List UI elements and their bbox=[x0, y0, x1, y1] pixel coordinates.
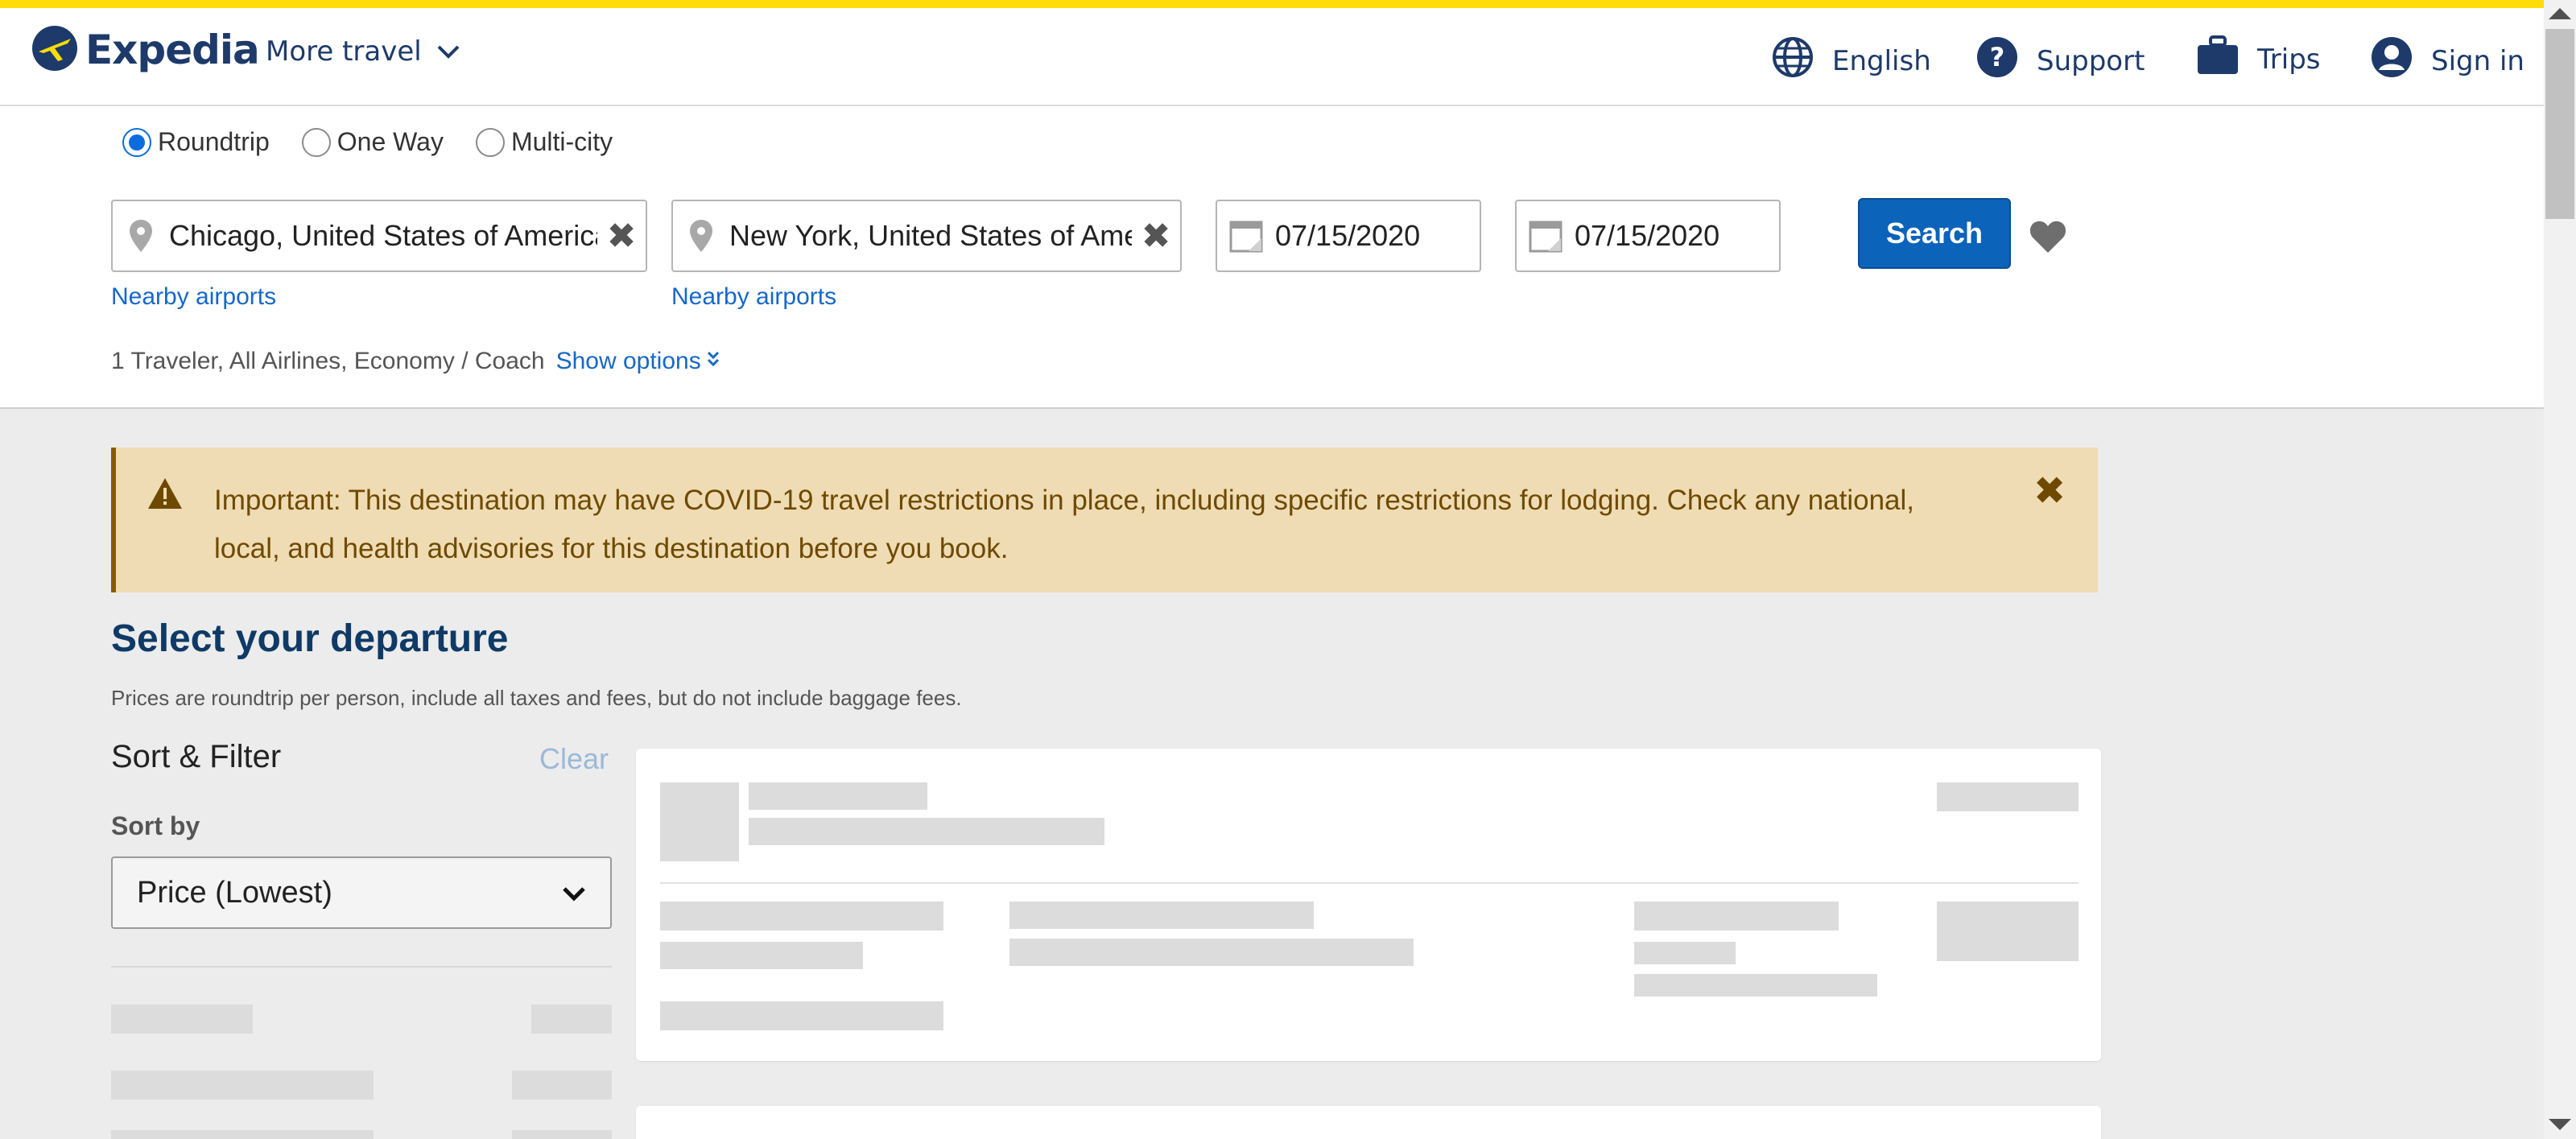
filter-skeleton-value bbox=[512, 1071, 612, 1100]
more-travel-menu[interactable]: More travel bbox=[266, 35, 460, 68]
close-alert-icon[interactable]: ✖ bbox=[2033, 468, 2066, 514]
calendar-icon bbox=[1517, 219, 1575, 253]
filter-skeleton-label bbox=[111, 1071, 374, 1100]
price-disclaimer: Prices are roundtrip per person, include… bbox=[111, 686, 962, 710]
sign-in-label: Sign in bbox=[2431, 44, 2524, 77]
return-date-input[interactable]: 07/15/2020 bbox=[1575, 219, 1779, 253]
radio-selected-icon bbox=[122, 127, 151, 157]
origin-input[interactable]: Chicago, United States of America bbox=[169, 219, 597, 253]
text-skeleton bbox=[660, 942, 863, 969]
radio-unselected-icon bbox=[301, 127, 331, 157]
plane-logo-icon bbox=[31, 24, 79, 76]
depart-date-field[interactable]: 07/15/2020 bbox=[1216, 200, 1481, 272]
map-pin-icon bbox=[673, 220, 729, 252]
destination-field[interactable]: New York, United States of America ✖ bbox=[671, 200, 1182, 272]
more-travel-label: More travel bbox=[266, 35, 422, 68]
support-label: Support bbox=[2037, 44, 2145, 77]
trip-type-label: Roundtrip bbox=[158, 127, 270, 156]
trips-link[interactable]: Trips bbox=[2196, 35, 2321, 83]
scrollbar-thumb[interactable] bbox=[2545, 29, 2574, 219]
price-skeleton bbox=[1937, 782, 2079, 811]
support-link[interactable]: ? Support bbox=[1975, 35, 2145, 86]
page-title: Select your departure bbox=[111, 617, 509, 660]
text-skeleton bbox=[1634, 974, 1877, 997]
filter-divider bbox=[111, 966, 612, 968]
account-icon bbox=[2370, 35, 2413, 86]
travelers-summary-row: 1 Traveler, All Airlines, Economy / Coac… bbox=[111, 348, 720, 375]
airline-logo-skeleton bbox=[660, 782, 739, 861]
destination-input[interactable]: New York, United States of America bbox=[729, 219, 1132, 253]
clear-origin-icon[interactable]: ✖ bbox=[597, 216, 646, 257]
filter-skeleton-value bbox=[512, 1130, 612, 1139]
sort-filter-heading: Sort & Filter bbox=[111, 739, 282, 774]
scroll-down-arrow-icon[interactable] bbox=[2549, 1119, 2571, 1130]
text-skeleton bbox=[660, 1001, 943, 1030]
briefcase-icon bbox=[2196, 35, 2240, 83]
price-skeleton bbox=[1937, 902, 2079, 961]
text-skeleton bbox=[1009, 902, 1314, 929]
clear-destination-icon[interactable]: ✖ bbox=[1132, 216, 1180, 257]
origin-nearby-airports[interactable]: Nearby airports bbox=[111, 283, 276, 311]
language-selector[interactable]: English bbox=[1771, 35, 1931, 86]
text-skeleton bbox=[749, 818, 1104, 845]
svg-text:?: ? bbox=[1990, 42, 2005, 72]
filter-skeleton-value bbox=[531, 1005, 612, 1034]
filter-skeleton-label bbox=[111, 1005, 253, 1034]
heart-icon[interactable] bbox=[2029, 219, 2067, 258]
text-skeleton bbox=[660, 902, 943, 931]
text-skeleton bbox=[749, 782, 927, 810]
sort-by-select[interactable]: Price (Lowest) bbox=[111, 856, 612, 929]
trip-type-label: Multi-city bbox=[510, 127, 613, 156]
expedia-logo[interactable]: Expedia bbox=[31, 18, 260, 82]
flight-result-card-loading bbox=[636, 1106, 2101, 1139]
flight-result-card-loading bbox=[636, 749, 2101, 1061]
chevron-down-icon bbox=[562, 876, 586, 910]
alert-message: Important: This destination may have COV… bbox=[214, 485, 1915, 564]
travelers-summary: 1 Traveler, All Airlines, Economy / Coac… bbox=[111, 348, 545, 374]
clear-filters-link[interactable]: Clear bbox=[539, 742, 609, 776]
radio-unselected-icon bbox=[475, 127, 505, 157]
warning-icon bbox=[147, 477, 184, 514]
search-button[interactable]: Search bbox=[1858, 198, 2011, 269]
text-skeleton bbox=[1009, 939, 1414, 966]
brand-name: Expedia bbox=[85, 27, 260, 73]
help-icon: ? bbox=[1975, 35, 2019, 86]
sort-by-label: Sort by bbox=[111, 811, 200, 840]
calendar-icon bbox=[1217, 219, 1275, 253]
origin-field[interactable]: Chicago, United States of America ✖ bbox=[111, 200, 647, 272]
depart-date-input[interactable]: 07/15/2020 bbox=[1275, 219, 1480, 253]
show-options-link[interactable]: Show options bbox=[556, 348, 720, 375]
text-skeleton bbox=[1634, 902, 1839, 931]
map-pin-icon bbox=[113, 220, 169, 252]
destination-nearby-airports[interactable]: Nearby airports bbox=[671, 283, 836, 311]
filter-skeleton-label bbox=[111, 1130, 374, 1139]
sort-by-value: Price (Lowest) bbox=[137, 875, 332, 910]
trips-label: Trips bbox=[2257, 43, 2321, 76]
text-skeleton bbox=[1634, 942, 1736, 964]
top-accent-bar bbox=[0, 0, 2544, 8]
language-label: English bbox=[1832, 44, 1931, 77]
card-divider bbox=[660, 882, 2079, 884]
globe-icon bbox=[1771, 35, 1814, 86]
trip-type-selector: Roundtrip One Way Multi-city bbox=[122, 127, 645, 157]
trip-type-multi-city[interactable]: Multi-city bbox=[475, 127, 613, 157]
return-date-field[interactable]: 07/15/2020 bbox=[1515, 200, 1781, 272]
trip-type-one-way[interactable]: One Way bbox=[301, 127, 444, 157]
show-options-label: Show options bbox=[555, 348, 701, 374]
scroll-up-arrow-icon[interactable] bbox=[2549, 8, 2571, 19]
trip-type-label: One Way bbox=[336, 127, 444, 156]
trip-type-roundtrip[interactable]: Roundtrip bbox=[122, 127, 270, 157]
sign-in-link[interactable]: Sign in bbox=[2370, 35, 2524, 86]
chevron-down-icon bbox=[436, 35, 460, 68]
double-chevron-down-icon bbox=[706, 348, 720, 375]
